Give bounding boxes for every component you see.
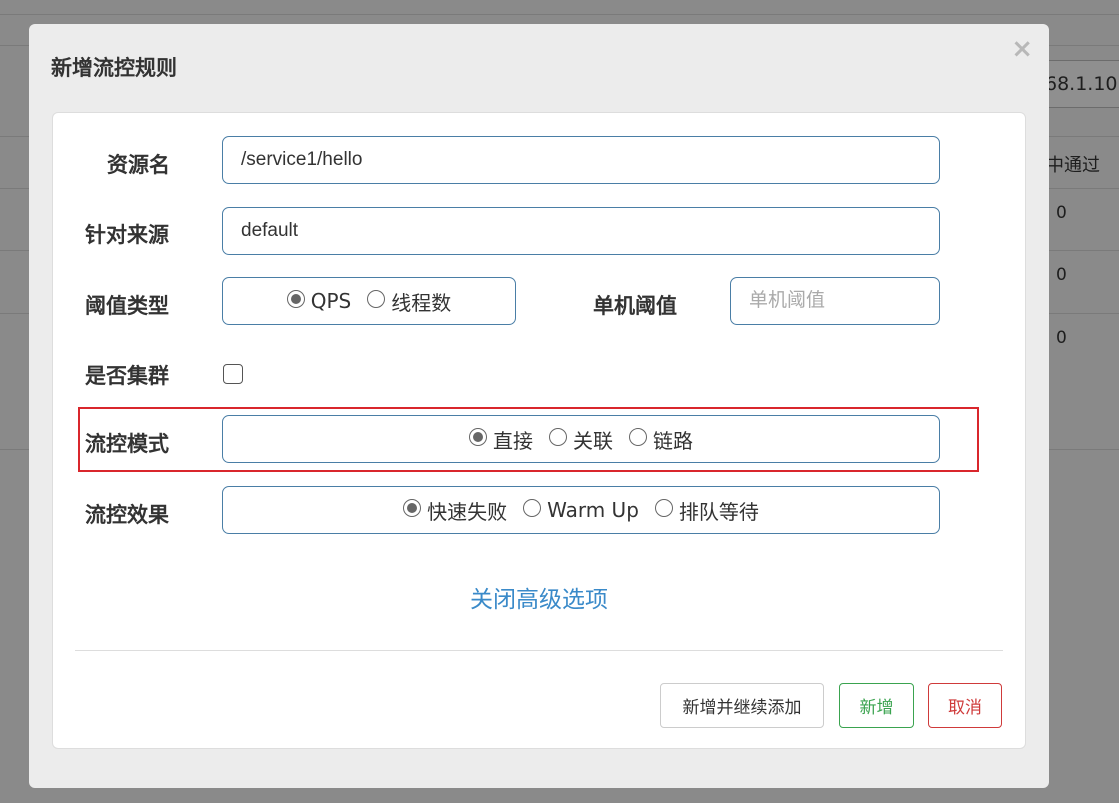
add-flow-rule-modal: 新增流控规则 × 资源名 针对来源 阈值类型 QPS 线程数 单机阈值 是否集群… <box>29 24 1049 788</box>
close-icon[interactable]: × <box>1011 34 1033 64</box>
radio-label: QPS <box>310 289 352 313</box>
radio-unchecked-icon <box>654 499 673 517</box>
background-cell: 0 <box>1056 265 1067 285</box>
threshold-type-option-qps[interactable]: QPS <box>286 289 352 313</box>
source-label: 针对来源 <box>85 223 169 247</box>
radio-label: Warm Up <box>547 498 639 522</box>
cluster-label: 是否集群 <box>85 364 169 388</box>
flow-effect-option-fast-fail[interactable]: 快速失败 <box>403 496 507 525</box>
threshold-type-option-threads[interactable]: 线程数 <box>367 287 451 316</box>
radio-unchecked-icon <box>367 290 386 308</box>
radio-label: 线程数 <box>391 290 452 315</box>
close-advanced-options-link[interactable]: 关闭高级选项 <box>53 580 1025 614</box>
add-and-continue-button[interactable]: 新增并继续添加 <box>660 683 824 728</box>
radio-label: 快速失败 <box>427 499 508 524</box>
flow-effect-option-warm-up[interactable]: Warm Up <box>523 498 639 522</box>
flow-effect-radio-group: 快速失败 Warm Up 排队等待 <box>222 486 940 534</box>
background-column-header: 中通过 <box>1046 155 1100 176</box>
background-cell: 0 <box>1056 328 1067 348</box>
single-threshold-input[interactable] <box>730 277 940 325</box>
add-button[interactable]: 新增 <box>839 683 914 728</box>
flow-mode-highlight-box <box>78 407 979 472</box>
single-threshold-label: 单机阈值 <box>593 294 677 318</box>
modal-title: 新增流控规则 <box>51 56 177 80</box>
radio-checked-icon <box>403 499 422 517</box>
background-divider <box>0 14 1119 15</box>
resource-label: 资源名 <box>107 153 170 177</box>
footer-divider <box>75 650 1003 651</box>
cluster-checkbox[interactable] <box>223 364 243 384</box>
background-cell: 0 <box>1056 203 1067 223</box>
cancel-button[interactable]: 取消 <box>928 683 1002 728</box>
flow-effect-option-queue[interactable]: 排队等待 <box>654 496 759 525</box>
radio-checked-icon <box>286 290 305 308</box>
resource-input[interactable] <box>222 136 940 184</box>
flow-effect-label: 流控效果 <box>85 503 169 527</box>
radio-label: 排队等待 <box>678 499 759 524</box>
source-input[interactable] <box>222 207 940 255</box>
radio-unchecked-icon <box>523 499 542 517</box>
threshold-type-label: 阈值类型 <box>85 294 169 318</box>
threshold-type-radio-group: QPS 线程数 <box>222 277 516 325</box>
